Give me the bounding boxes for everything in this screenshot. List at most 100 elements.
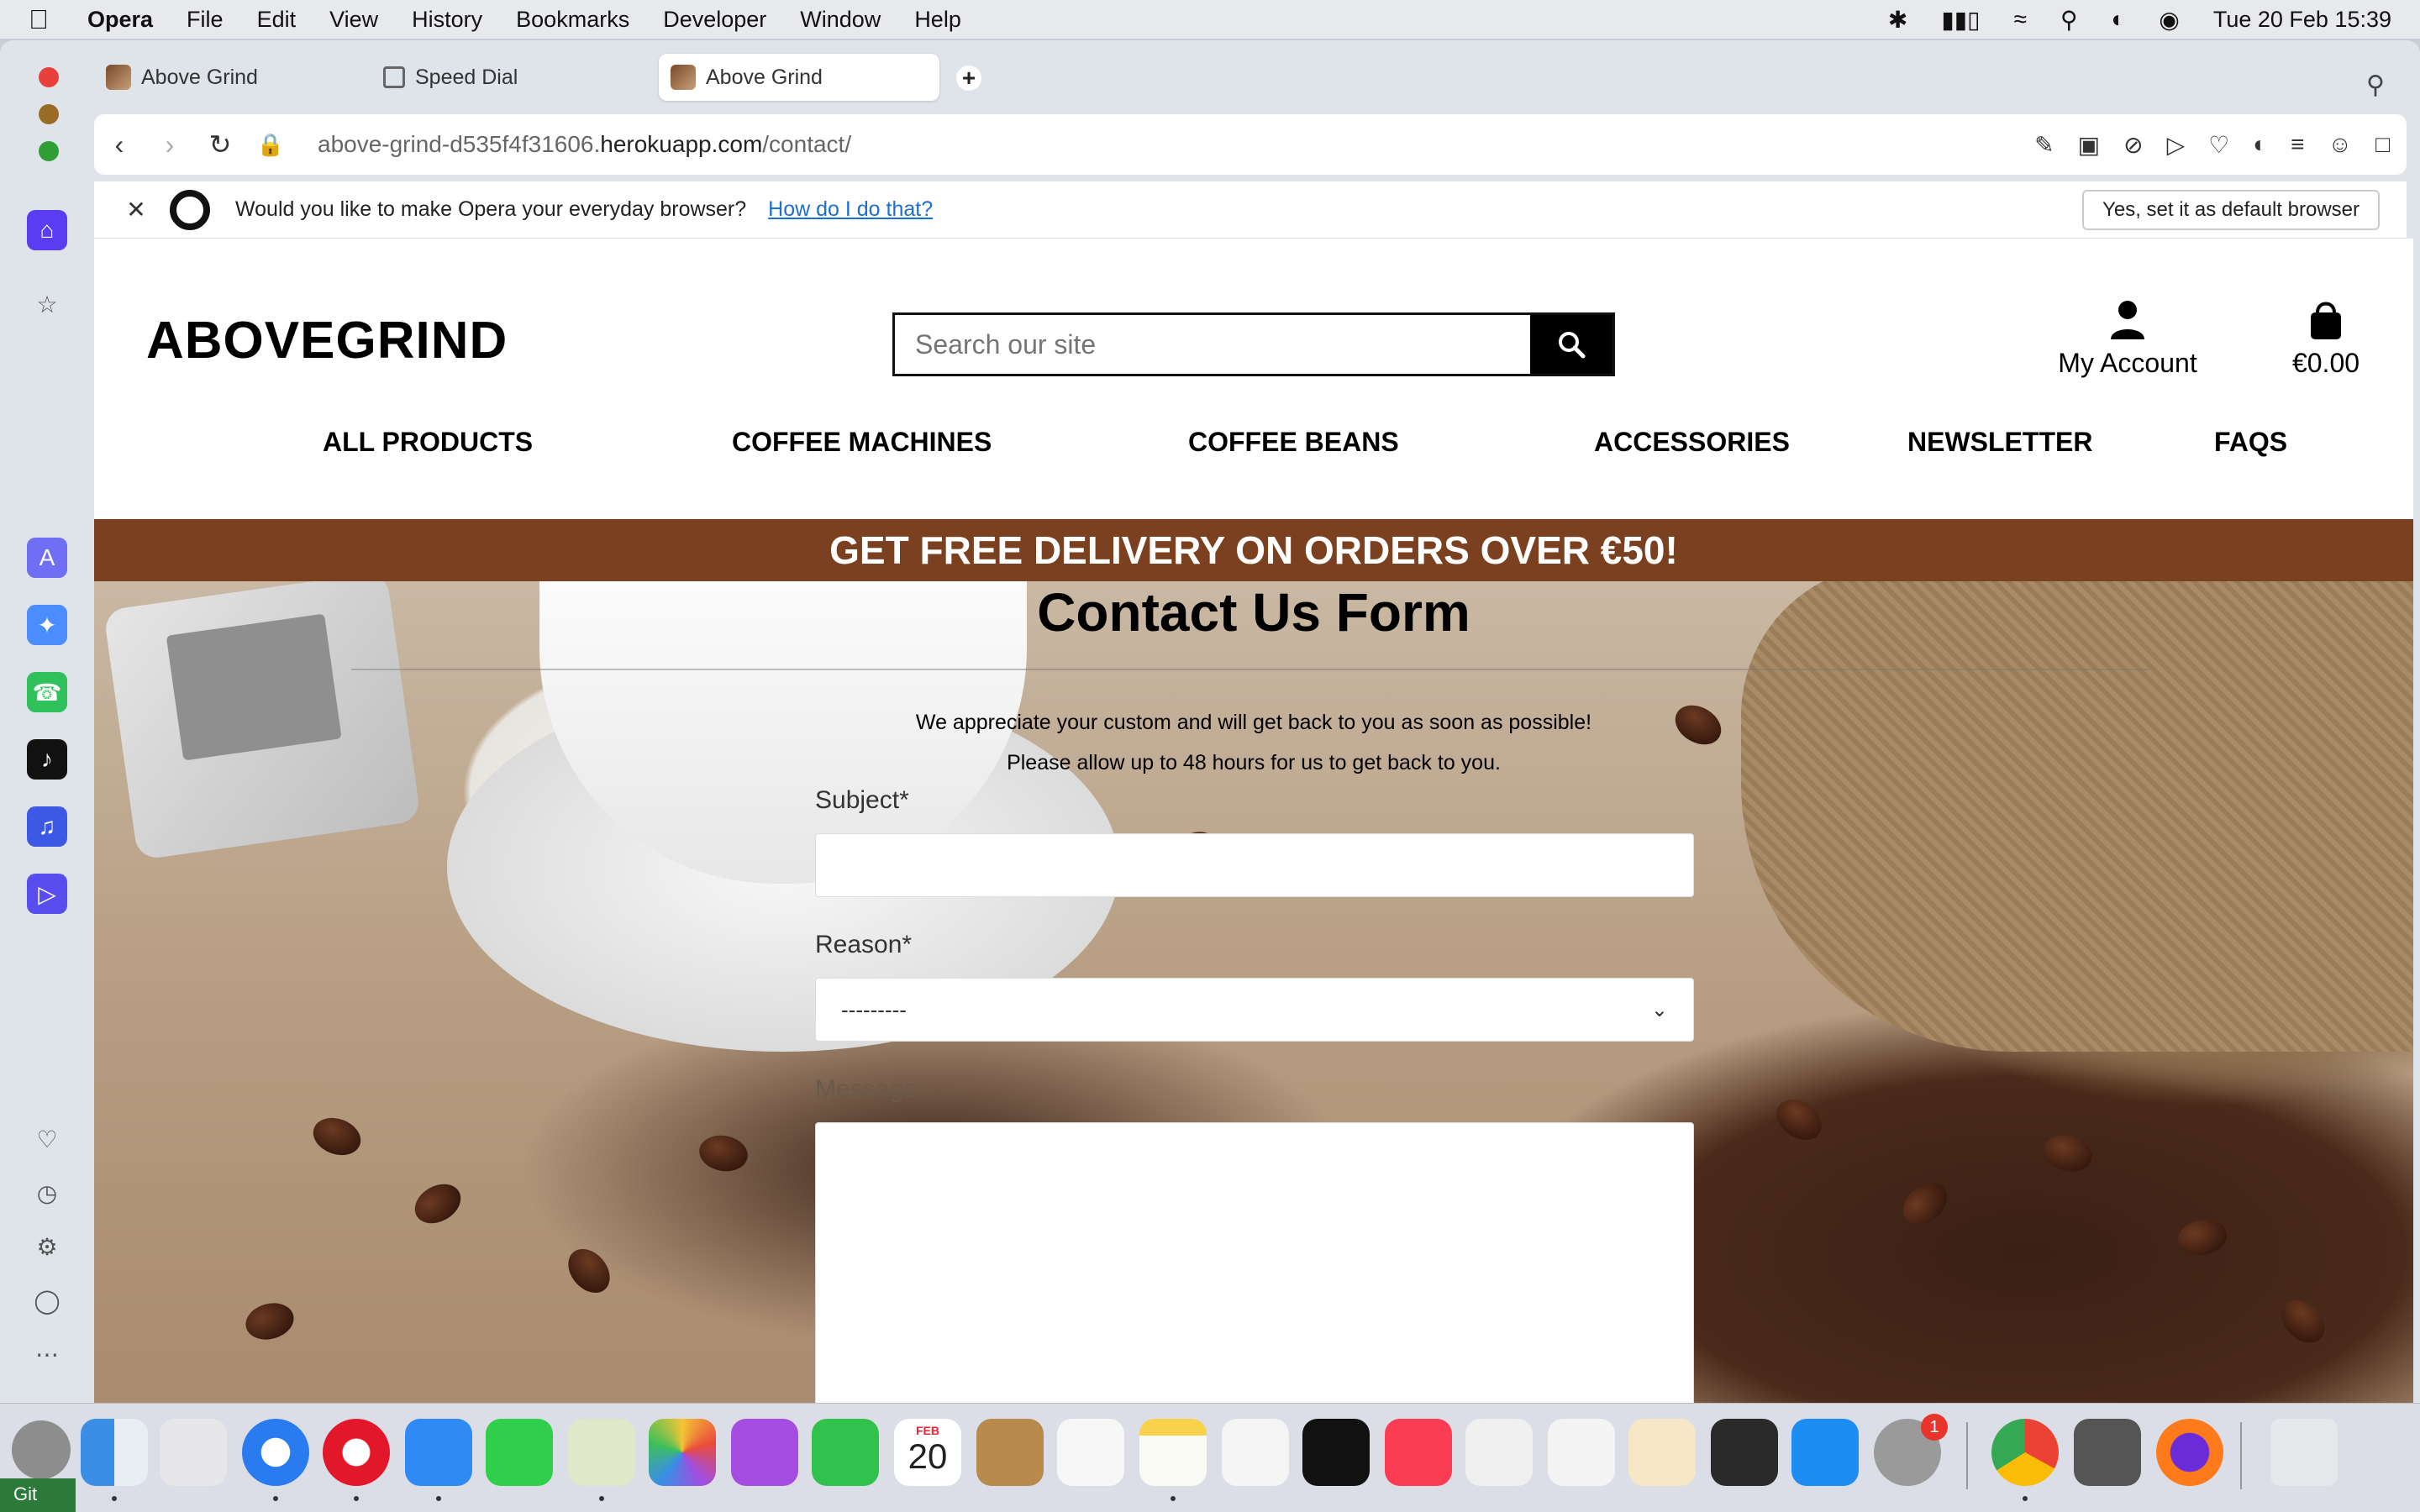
messenger-icon[interactable]: ✦ xyxy=(27,605,67,645)
git-status-bar[interactable]: Git xyxy=(0,1478,76,1512)
menu-bookmarks[interactable]: Bookmarks xyxy=(516,7,629,33)
launchpad-icon[interactable] xyxy=(160,1419,227,1486)
spotlight-search-icon[interactable]: ⚲ xyxy=(2060,6,2078,34)
control-center-icon[interactable]: ◐ xyxy=(2111,6,2125,33)
tab-speed-dial[interactable]: Speed Dial xyxy=(371,54,649,101)
flow-icon[interactable]: ▷ xyxy=(27,874,67,914)
menu-app-name[interactable]: Opera xyxy=(87,7,153,33)
app-store-icon[interactable] xyxy=(1791,1419,1859,1486)
reason-select[interactable]: --------- ⌄ xyxy=(815,978,1694,1042)
pages-icon[interactable] xyxy=(1628,1419,1696,1486)
subject-input[interactable] xyxy=(815,833,1694,897)
coffee-bean-image xyxy=(2273,1291,2333,1352)
profile-icon[interactable]: ☺ xyxy=(2328,131,2352,159)
more-icon[interactable]: ⋯ xyxy=(27,1334,67,1374)
calendar-icon[interactable]: FEB 20 xyxy=(894,1419,961,1486)
url-field[interactable]: above-grind-d535f4f31606.herokuapp.com/c… xyxy=(318,131,851,158)
bluetooth-icon[interactable]: ✱ xyxy=(1888,6,1907,34)
opera-icon[interactable] xyxy=(323,1419,390,1486)
star-bookmarks-icon[interactable]: ☆ xyxy=(27,284,67,324)
notes-icon[interactable] xyxy=(1139,1419,1207,1486)
trash-icon[interactable] xyxy=(2270,1419,2338,1486)
history-clock-icon[interactable]: ◷ xyxy=(27,1173,67,1213)
firefox-icon[interactable] xyxy=(2156,1419,2223,1486)
music-player-icon[interactable]: ♫ xyxy=(27,806,67,847)
search-input[interactable] xyxy=(895,315,1530,374)
message-textarea[interactable] xyxy=(815,1122,1694,1403)
menu-edit[interactable]: Edit xyxy=(257,7,297,33)
tab-above-grind-active[interactable]: Above Grind xyxy=(659,54,939,101)
apple-tv-icon[interactable] xyxy=(1302,1419,1370,1486)
shopping-bag-link[interactable]: €0.00 xyxy=(2275,299,2376,379)
set-default-browser-button[interactable]: Yes, set it as default browser xyxy=(2082,189,2380,230)
lightbulb-icon[interactable]: ◯ xyxy=(27,1280,67,1320)
battery-icon[interactable]: ▮▮▯ xyxy=(1941,6,1980,34)
smiley-app-icon[interactable] xyxy=(2074,1419,2141,1486)
close-icon[interactable]: ✕ xyxy=(111,196,161,223)
theme-toggle-icon[interactable]: ◐ xyxy=(2253,131,2267,159)
wifi-icon[interactable]: ≈ xyxy=(2014,6,2027,33)
settings-gear-icon[interactable]: ⚙ xyxy=(27,1226,67,1267)
lock-icon[interactable]: 🔒 xyxy=(245,132,296,158)
reload-icon[interactable]: ↻ xyxy=(195,129,245,160)
chevron-down-icon: ⌄ xyxy=(1650,998,1668,1021)
default-browser-prompt: ✕ Would you like to make Opera your ever… xyxy=(94,181,2407,239)
flow-send-icon[interactable]: ▷ xyxy=(2167,131,2186,159)
tab-search-icon[interactable]: ⚲ xyxy=(2366,71,2385,100)
menu-view[interactable]: View xyxy=(329,7,378,33)
contacts-icon[interactable] xyxy=(976,1419,1044,1486)
forward-arrow-icon[interactable]: › xyxy=(145,129,195,160)
garageband-icon[interactable] xyxy=(1711,1419,1778,1486)
freeform-icon[interactable] xyxy=(1222,1419,1289,1486)
nav-newsletter[interactable]: NEWSLETTER xyxy=(1907,427,2092,458)
menu-history[interactable]: History xyxy=(412,7,482,33)
numbers-icon[interactable] xyxy=(1548,1419,1615,1486)
photos-icon[interactable] xyxy=(649,1419,716,1486)
settings-gear-icon[interactable] xyxy=(12,1420,71,1479)
tab-above-grind-1[interactable]: Above Grind xyxy=(94,54,355,101)
edit-icon[interactable]: ✎ xyxy=(2034,131,2054,159)
menu-window[interactable]: Window xyxy=(800,7,881,33)
how-do-i-link[interactable]: How do I do that? xyxy=(768,197,933,222)
menu-help[interactable]: Help xyxy=(914,7,961,33)
heart-bookmark-icon[interactable]: ♡ xyxy=(2208,131,2229,159)
new-tab-plus-icon[interactable]: + xyxy=(956,65,981,91)
finder-icon[interactable] xyxy=(81,1419,148,1486)
menu-file[interactable]: File xyxy=(187,7,224,33)
whatsapp-icon[interactable]: ☎ xyxy=(27,672,67,712)
heart-icon[interactable]: ♡ xyxy=(27,1119,67,1159)
safari-icon[interactable] xyxy=(242,1419,309,1486)
chrome-icon[interactable] xyxy=(1991,1419,2059,1486)
messages-icon[interactable] xyxy=(486,1419,553,1486)
camera-snapshot-icon[interactable]: ▣ xyxy=(2078,131,2100,159)
music-icon[interactable] xyxy=(1385,1419,1452,1486)
nav-accessories[interactable]: ACCESSORIES xyxy=(1594,427,1790,458)
facetime-icon[interactable] xyxy=(812,1419,879,1486)
search-button[interactable] xyxy=(1530,315,1612,374)
reminders-icon[interactable] xyxy=(1057,1419,1124,1486)
tiktok-icon[interactable]: ♪ xyxy=(27,739,67,780)
apple-icon[interactable]:  xyxy=(29,4,62,35)
nav-faqs[interactable]: FAQS xyxy=(2214,427,2287,458)
keynote-icon[interactable] xyxy=(1465,1419,1533,1486)
menu-clock[interactable]: Tue 20 Feb 15:39 xyxy=(2213,7,2391,33)
podcasts-icon[interactable] xyxy=(731,1419,798,1486)
site-logo[interactable]: ABOVEGRIND xyxy=(146,311,508,370)
menu-developer[interactable]: Developer xyxy=(663,7,766,33)
nav-coffee-beans[interactable]: COFFEE BEANS xyxy=(1188,427,1399,458)
subject-label: Subject* xyxy=(815,786,909,814)
back-arrow-icon[interactable]: ‹ xyxy=(94,129,145,160)
easy-setup-icon[interactable]: ≡ xyxy=(2291,131,2304,159)
mail-icon[interactable] xyxy=(405,1419,472,1486)
url-host: herokuapp.com xyxy=(600,131,763,157)
coffee-bean-image xyxy=(241,1298,298,1345)
aria-icon[interactable]: A xyxy=(27,538,67,578)
extensions-cube-icon[interactable]: □ xyxy=(2375,131,2390,159)
home-icon[interactable]: ⌂ xyxy=(27,210,67,250)
adblock-icon[interactable]: ⊘ xyxy=(2123,131,2143,159)
siri-icon[interactable]: ◉ xyxy=(2159,6,2179,34)
my-account-link[interactable]: My Account xyxy=(2044,299,2212,379)
nav-coffee-machines[interactable]: COFFEE MACHINES xyxy=(732,427,992,458)
nav-all-products[interactable]: ALL PRODUCTS xyxy=(323,427,533,458)
maps-icon[interactable] xyxy=(568,1419,635,1486)
